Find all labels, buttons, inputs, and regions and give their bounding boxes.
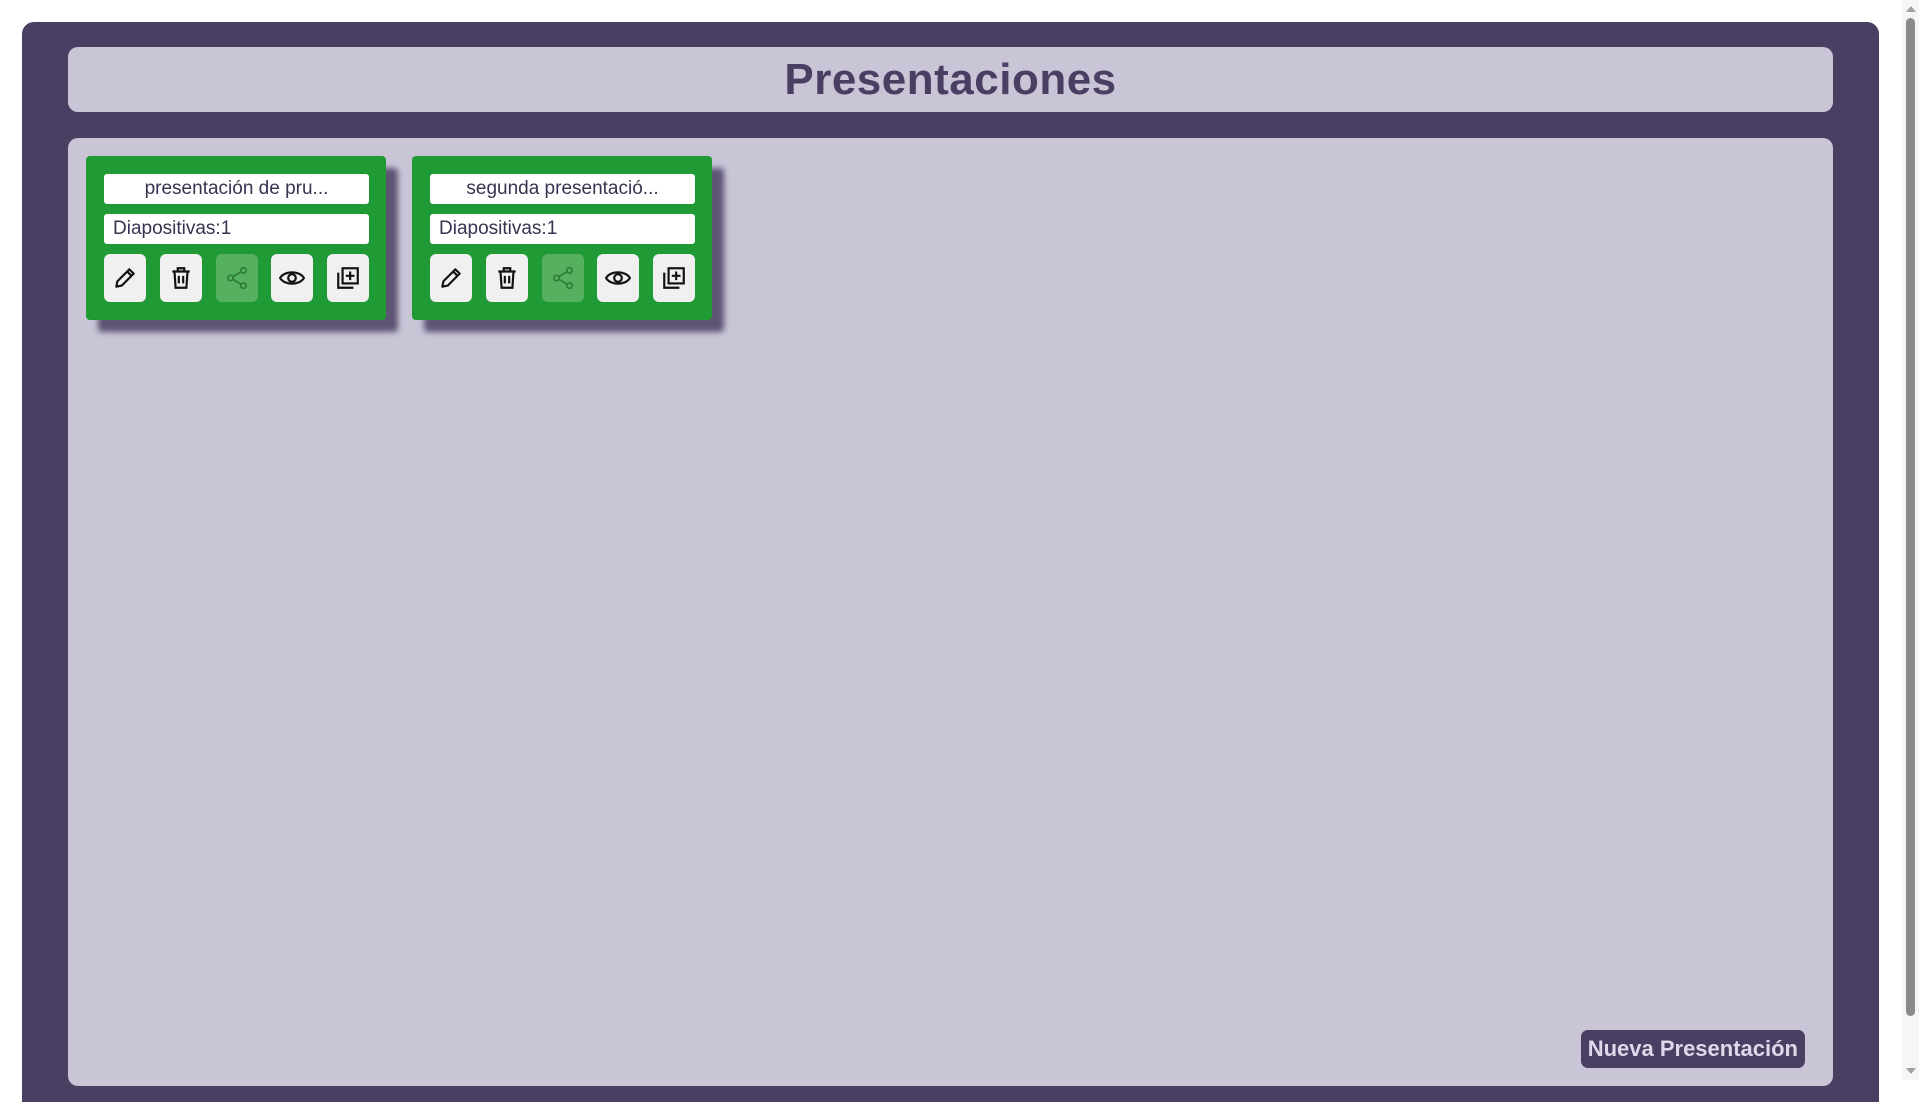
scroll-down-icon[interactable] bbox=[1906, 1068, 1916, 1074]
card-actions bbox=[430, 254, 695, 302]
duplicate-icon bbox=[337, 267, 359, 289]
presentations-panel: presentación de pru... Diapositivas:1 se… bbox=[68, 138, 1833, 1086]
delete-button[interactable] bbox=[485, 254, 528, 302]
duplicate-icon bbox=[663, 267, 685, 289]
edit-button[interactable] bbox=[104, 254, 146, 302]
pencil-icon bbox=[115, 268, 135, 288]
page-title: Presentaciones bbox=[784, 54, 1117, 104]
share-button[interactable] bbox=[541, 254, 584, 302]
presentation-title: segunda presentació... bbox=[430, 174, 695, 204]
vertical-scrollbar[interactable] bbox=[1902, 0, 1919, 1080]
presentation-card: segunda presentació... Diapositivas:1 bbox=[412, 156, 712, 320]
duplicate-button[interactable] bbox=[327, 254, 369, 302]
preview-button[interactable] bbox=[271, 254, 314, 302]
preview-button[interactable] bbox=[597, 254, 640, 302]
presentation-title: presentación de pru... bbox=[104, 174, 369, 204]
delete-button[interactable] bbox=[159, 254, 202, 302]
trash-icon bbox=[498, 267, 516, 289]
presentation-card: presentación de pru... Diapositivas:1 bbox=[86, 156, 386, 320]
card-actions bbox=[104, 254, 369, 302]
scroll-up-icon[interactable] bbox=[1906, 6, 1916, 12]
pencil-icon bbox=[441, 268, 461, 288]
slides-count: Diapositivas:1 bbox=[430, 214, 695, 244]
trash-icon bbox=[172, 267, 190, 289]
app-frame: Presentaciones presentación de pru... Di… bbox=[22, 22, 1879, 1102]
eye-icon bbox=[279, 271, 306, 285]
scrollbar-thumb[interactable] bbox=[1906, 18, 1915, 1016]
slides-count: Diapositivas:1 bbox=[104, 214, 369, 244]
share-icon bbox=[552, 266, 573, 290]
duplicate-button[interactable] bbox=[653, 254, 695, 302]
eye-icon bbox=[605, 271, 632, 285]
edit-button[interactable] bbox=[430, 254, 472, 302]
new-presentation-button[interactable]: Nueva Presentación bbox=[1580, 1030, 1805, 1068]
page-header: Presentaciones bbox=[68, 47, 1833, 112]
share-icon bbox=[226, 266, 247, 290]
share-button[interactable] bbox=[215, 254, 258, 302]
